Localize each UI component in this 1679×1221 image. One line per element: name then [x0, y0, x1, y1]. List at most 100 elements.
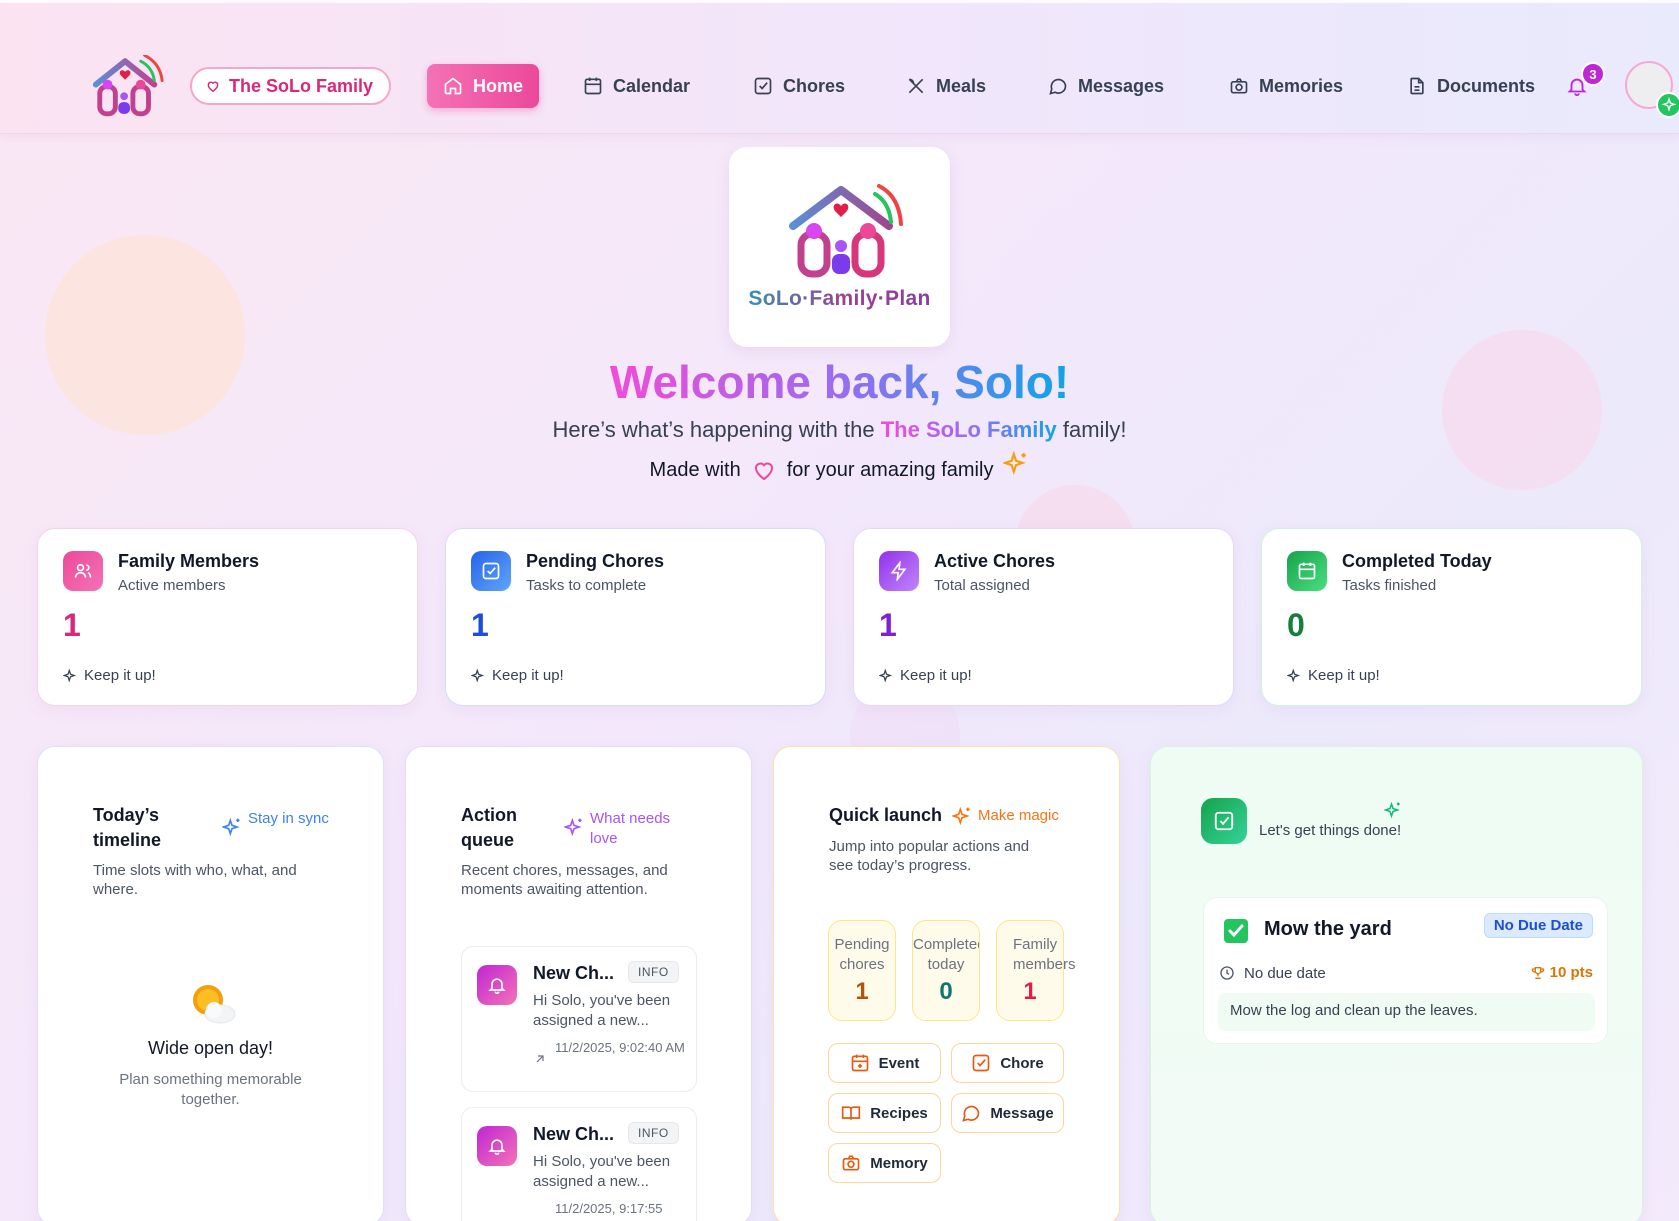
stat-subtitle: Tasks finished — [1342, 577, 1437, 594]
calendar-icon — [584, 77, 602, 95]
welcome-heading: Welcome back, Solo! — [609, 356, 1070, 408]
heart-icon — [207, 81, 219, 93]
stat-title: Pending Chores — [526, 551, 665, 571]
nav-label: Documents — [1437, 75, 1536, 96]
stat-subtitle: Tasks to complete — [526, 577, 647, 594]
nav-label: Chores — [783, 75, 846, 96]
card-tag: Stay in sync — [222, 809, 342, 837]
sparkles-icon — [471, 668, 485, 683]
book-open-icon — [842, 1106, 861, 1120]
list-item[interactable]: New Ch... INFO Hi Solo, you've been assi… — [461, 1107, 697, 1221]
item-body: Hi Solo, you've been assigned a new... — [533, 992, 671, 1029]
mini-stat-members: Family members 1 — [996, 920, 1076, 1021]
stat-card-family-members: Family Members Active members 1 Keep it … — [37, 528, 418, 706]
card-description: Recent chores, messages, and moments awa… — [461, 862, 668, 898]
zap-icon — [879, 551, 919, 591]
message-circle-icon — [962, 1105, 980, 1122]
utensils-icon — [908, 78, 924, 94]
partly-cloudy-icon — [188, 980, 238, 1026]
quick-recipes-button[interactable]: Recipes — [828, 1093, 941, 1133]
stat-value: 1 — [63, 607, 81, 643]
stat-title: Completed Today — [1342, 551, 1492, 571]
nav-documents[interactable]: Documents — [1407, 64, 1535, 108]
family-selector-pill[interactable]: The SoLo Family — [190, 67, 392, 105]
file-text-icon — [1410, 77, 1424, 95]
hero-logo-card: SoLo·Family·Plan — [729, 147, 950, 347]
nav-home[interactable]: Home — [427, 64, 540, 108]
sparkles-icon — [952, 806, 970, 826]
chores-tagline: Let's get things done! — [1259, 822, 1402, 839]
calendar-check-icon — [1287, 551, 1327, 591]
notification-badge: 3 — [1581, 62, 1605, 86]
chore-item[interactable]: Mow the yard No Due Date No due date 10 … — [1203, 897, 1608, 1044]
stat-footer: Keep it up! — [879, 667, 972, 684]
card-title: Quick launch — [829, 805, 943, 825]
item-title: New Ch... — [533, 963, 615, 983]
bell-icon — [477, 965, 517, 1005]
check-square-icon — [1201, 798, 1247, 844]
item-timestamp: 11/2/2025, 9:17:55 — [555, 1201, 663, 1216]
sparkles-icon — [564, 817, 582, 837]
info-badge: INFO — [628, 961, 679, 983]
item-title: New Ch... — [533, 1124, 615, 1144]
check-square-icon — [972, 1054, 990, 1072]
sparkle-status-icon — [1656, 92, 1679, 118]
stat-subtitle: Active members — [118, 577, 226, 594]
stat-card-active-chores: Active Chores Total assigned 1 Keep it u… — [853, 528, 1234, 706]
stat-value: 0 — [1287, 607, 1305, 643]
nav-label: Calendar — [613, 75, 691, 96]
welcome-subtitle: Here’s what’s happening with the The SoL… — [552, 417, 1127, 442]
stat-title: Active Chores — [934, 551, 1056, 571]
quick-message-button[interactable]: Message — [951, 1093, 1064, 1133]
check-square-icon — [471, 551, 511, 591]
stat-value: 1 — [471, 607, 489, 643]
stat-subtitle: Total assigned — [934, 577, 1030, 594]
nav-memories[interactable]: Memories — [1229, 64, 1343, 108]
card-title: Action queue — [461, 805, 517, 850]
nav-meals[interactable]: Meals — [906, 64, 986, 108]
mini-stat-pending: Pending chores 1 — [828, 920, 896, 1021]
item-body: Hi Solo, you've been assigned a new... — [533, 1153, 671, 1190]
nav-label: Messages — [1078, 75, 1165, 96]
quick-launch-card: Quick launch Make magic Jump into popula… — [773, 746, 1120, 1221]
chores-card: Let's get things done! Mow the yard No D… — [1150, 746, 1643, 1221]
sparkles-icon — [1003, 451, 1027, 476]
sparkles-icon — [63, 668, 77, 683]
nav-label: Home — [473, 75, 524, 96]
item-timestamp: 11/2/2025, 9:02:40 AM — [555, 1040, 685, 1055]
info-badge: INFO — [628, 1122, 679, 1144]
heart-icon — [754, 462, 773, 481]
nav-chores[interactable]: Chores — [753, 64, 845, 108]
card-tag: Make magic — [952, 806, 1059, 826]
due-date-badge: No Due Date — [1483, 913, 1593, 938]
nav-calendar[interactable]: Calendar — [583, 64, 690, 108]
stat-footer: Keep it up! — [1287, 667, 1380, 684]
checked-box-icon — [1224, 919, 1248, 943]
timeline-card: Today’s timeline Stay in sync Time slots… — [37, 746, 384, 1221]
quick-event-button[interactable]: Event — [828, 1043, 941, 1083]
stat-card-completed-today: Completed Today Tasks finished 0 Keep it… — [1261, 528, 1642, 706]
quick-chore-button[interactable]: Chore — [951, 1043, 1064, 1083]
nav-label: Meals — [936, 75, 987, 96]
points-label: 10 pts — [1530, 964, 1593, 981]
sparkles-icon — [222, 817, 240, 837]
stat-card-pending-chores: Pending Chores Tasks to complete 1 Keep … — [445, 528, 826, 706]
stat-footer: Keep it up! — [471, 667, 564, 684]
list-item[interactable]: New Ch... INFO Hi Solo, you've been assi… — [461, 946, 697, 1092]
bell-icon — [477, 1126, 517, 1166]
stat-value: 1 — [879, 607, 897, 643]
calendar-plus-icon — [851, 1054, 868, 1072]
home-icon — [444, 77, 462, 95]
arrow-up-right-icon — [536, 1055, 544, 1063]
sparkles-icon — [1384, 801, 1400, 819]
app-logo[interactable] — [90, 55, 168, 120]
card-description: Time slots with who, what, and where. — [93, 862, 297, 898]
quick-memory-button[interactable]: Memory — [828, 1143, 941, 1183]
logo-wordmark: SoLo·Family·Plan — [729, 287, 950, 311]
sparkles-icon — [879, 668, 893, 683]
card-description: Jump into popular actions and see today’… — [829, 838, 1030, 874]
action-queue-card: Action queue What needs love Recent chor… — [405, 746, 752, 1221]
chore-title: Mow the yard — [1264, 918, 1392, 940]
nav-messages[interactable]: Messages — [1048, 64, 1164, 108]
chore-description: Mow the log and clean up the leaves. — [1218, 993, 1595, 1031]
